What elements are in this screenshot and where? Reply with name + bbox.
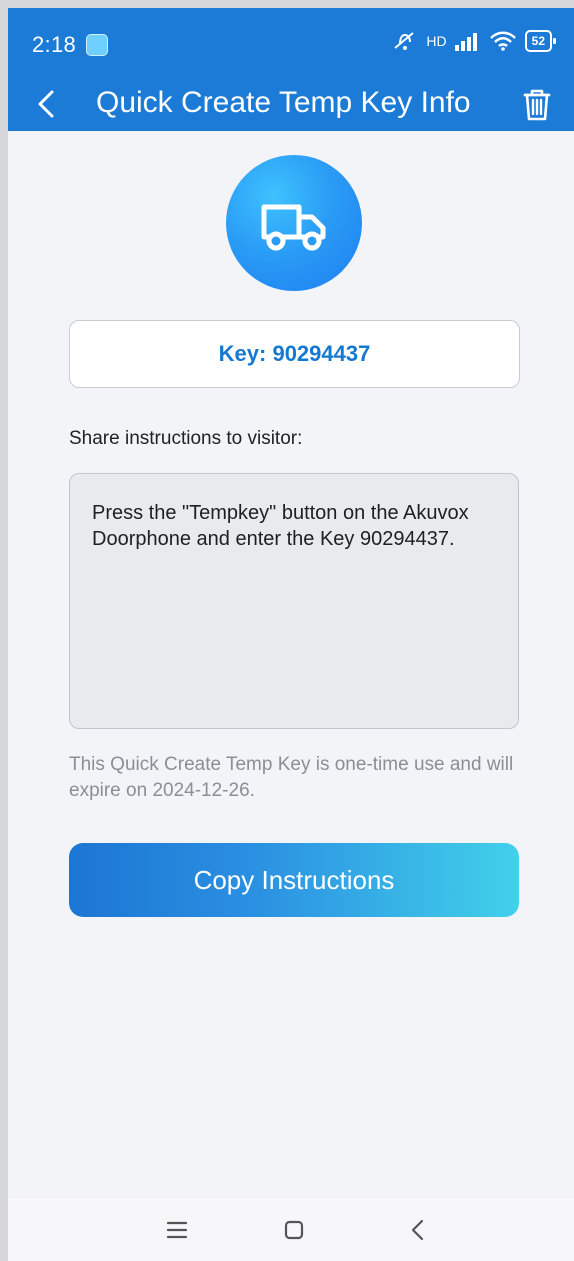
status-indicators: HD 52	[392, 30, 557, 52]
delete-button[interactable]	[522, 88, 552, 122]
hd-network-badge: HD	[426, 33, 447, 49]
instructions-textarea[interactable]: Press the "Tempkey" button on the Akuvox…	[69, 473, 519, 729]
notification-app-icon	[86, 34, 108, 56]
signal-icon	[454, 33, 477, 51]
status-time: 2:18	[32, 32, 77, 57]
nav-back-icon[interactable]	[402, 1214, 434, 1246]
battery-indicator: 52	[524, 30, 557, 52]
truck-icon	[261, 204, 326, 251]
key-type-avatar	[226, 155, 362, 291]
copy-instructions-button[interactable]: Copy Instructions	[69, 843, 519, 917]
back-button[interactable]	[32, 84, 62, 124]
wifi-icon	[489, 31, 516, 51]
system-nav-bar	[8, 1197, 574, 1261]
mute-icon	[394, 32, 415, 50]
app-header: 2:18 HD 52 Quick Create Temp Key Info	[8, 8, 574, 131]
expiry-note: This Quick Create Temp Key is one-time u…	[69, 754, 514, 801]
home-button-icon[interactable]	[278, 1214, 310, 1246]
page-title: Quick Create Temp Key Info	[96, 86, 471, 119]
temp-key-display: Key: 90294437	[69, 320, 520, 388]
screen: 2:18 HD 52 Quick Create Temp Key Info Ke…	[8, 8, 574, 1261]
menu-icon[interactable]	[161, 1214, 193, 1246]
share-instructions-label: Share instructions to visitor:	[69, 428, 303, 449]
